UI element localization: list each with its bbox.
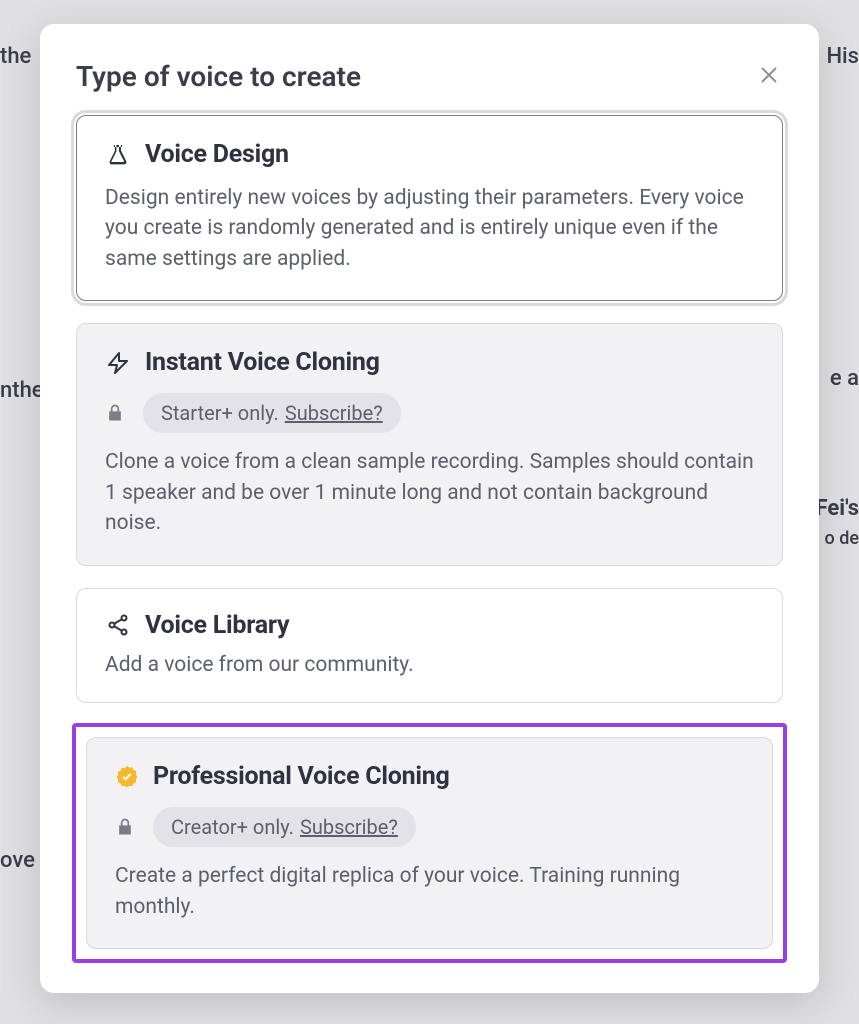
card-description: Design entirely new voices by adjusting … [105, 183, 754, 274]
tier-text: Creator+ only. [171, 815, 294, 839]
close-icon [758, 64, 780, 89]
lock-icon [115, 816, 137, 838]
verified-badge-icon [115, 765, 139, 789]
card-title-row: Professional Voice Cloning [115, 762, 744, 791]
card-title: Instant Voice Cloning [145, 348, 380, 377]
card-title-row: Voice Library [105, 611, 754, 640]
card-title: Professional Voice Cloning [153, 762, 450, 791]
lock-row: Creator+ only. Subscribe? [115, 807, 744, 847]
voice-type-modal: Type of voice to create Voice Design Des… [40, 24, 819, 993]
card-description: Add a voice from our community. [105, 650, 754, 680]
card-description: Clone a voice from a clean sample record… [105, 447, 754, 538]
card-title: Voice Library [145, 611, 289, 640]
option-professional-voice-cloning[interactable]: Professional Voice Cloning Creator+ only… [86, 737, 773, 949]
bg-text: e a [830, 366, 859, 391]
subscribe-link[interactable]: Subscribe? [285, 401, 383, 425]
option-voice-design[interactable]: Voice Design Design entirely new voices … [76, 115, 783, 301]
flask-icon [105, 142, 131, 168]
subscribe-link[interactable]: Subscribe? [300, 815, 398, 839]
card-title-row: Voice Design [105, 140, 754, 169]
card-description: Create a perfect digital replica of your… [115, 861, 744, 922]
bg-text: His [826, 44, 859, 69]
modal-header: Type of voice to create [76, 60, 783, 93]
bg-text: o de [825, 528, 859, 549]
bg-text: ove [0, 848, 35, 873]
bg-text: Fei's [816, 496, 859, 521]
lock-icon [105, 402, 127, 424]
tier-text: Starter+ only. [161, 401, 279, 425]
option-voice-library[interactable]: Voice Library Add a voice from our commu… [76, 588, 783, 703]
lightning-icon [105, 350, 131, 376]
close-button[interactable] [755, 63, 783, 91]
bg-text: nthe [0, 378, 44, 403]
tier-pill: Starter+ only. Subscribe? [143, 393, 401, 433]
tier-pill: Creator+ only. Subscribe? [153, 807, 416, 847]
share-icon [105, 612, 131, 638]
card-title: Voice Design [145, 140, 289, 169]
option-instant-voice-cloning[interactable]: Instant Voice Cloning Starter+ only. Sub… [76, 323, 783, 565]
modal-title: Type of voice to create [76, 60, 361, 93]
lock-row: Starter+ only. Subscribe? [105, 393, 754, 433]
highlight-frame: Professional Voice Cloning Creator+ only… [72, 723, 787, 963]
bg-text: the [0, 44, 31, 69]
card-title-row: Instant Voice Cloning [105, 348, 754, 377]
